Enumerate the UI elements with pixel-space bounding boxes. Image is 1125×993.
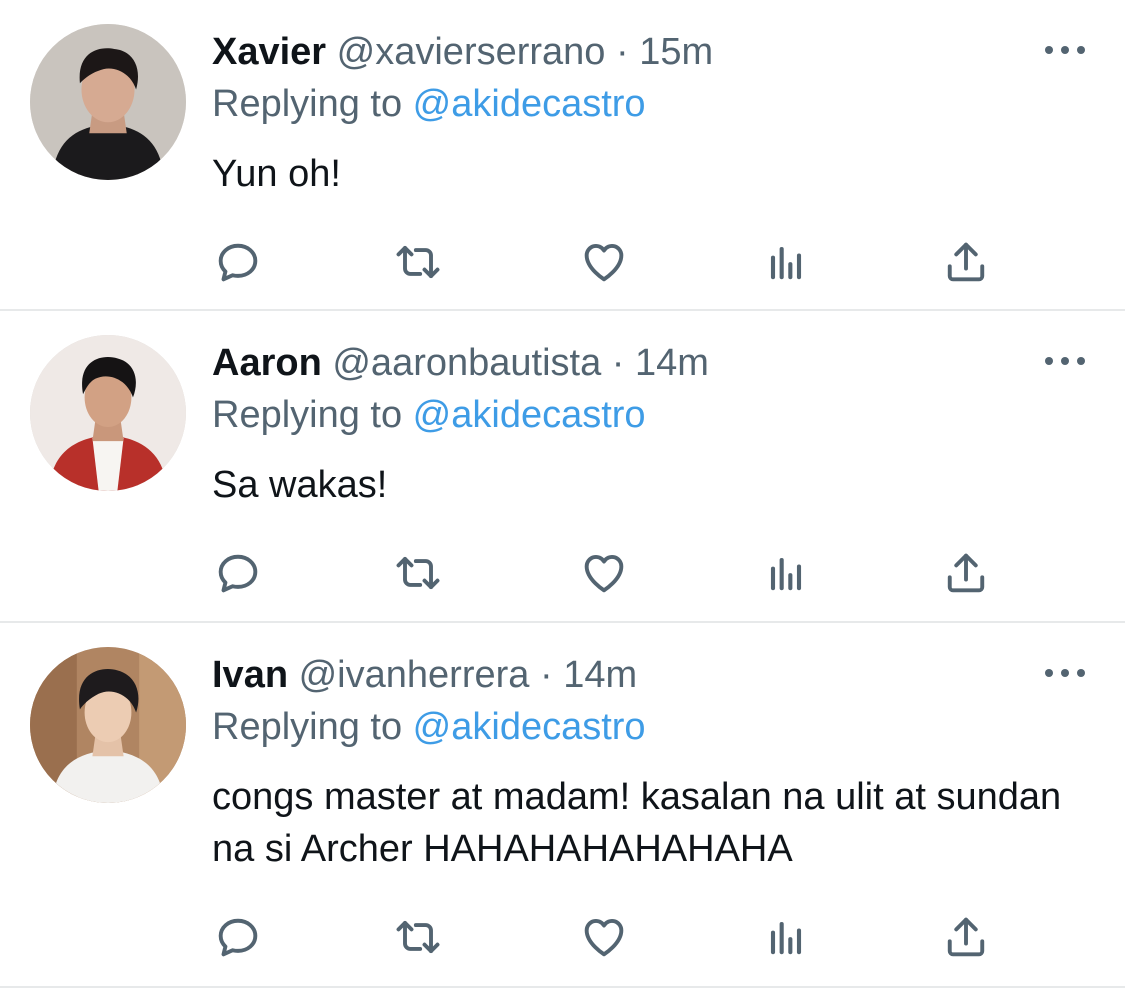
reply-button[interactable] [212, 547, 264, 599]
replying-label: Replying to [212, 706, 413, 748]
user-handle[interactable]: @ivanherrera [299, 654, 530, 696]
retweet-button[interactable] [392, 911, 444, 963]
separator-dot: · [611, 342, 625, 384]
display-name[interactable]: Aaron [212, 342, 322, 384]
avatar[interactable] [30, 335, 186, 491]
replying-to: Replying to @akidecastro [212, 80, 646, 128]
tweet[interactable]: Xavier @xavierserrano · 15m Replying to … [0, 0, 1125, 311]
tweet[interactable]: Aaron @aaronbautista · 14m Replying to @… [0, 311, 1125, 623]
analytics-button[interactable] [760, 547, 812, 599]
timestamp[interactable]: 14m [563, 654, 637, 696]
separator-dot: · [539, 654, 553, 696]
retweet-button[interactable] [392, 547, 444, 599]
action-bar [212, 547, 1012, 599]
action-bar [212, 911, 1012, 963]
more-icon[interactable] [1045, 46, 1085, 58]
tweet-text: Yun oh! [212, 153, 341, 195]
tweet[interactable]: Ivan @ivanherrera · 14m Replying to @aki… [0, 623, 1125, 988]
analytics-button[interactable] [760, 236, 812, 288]
reply-button[interactable] [212, 911, 264, 963]
replying-to: Replying to @akidecastro [212, 391, 646, 439]
mention-link[interactable]: @akidecastro [413, 394, 646, 436]
heart-icon [584, 555, 624, 593]
tweet-text: congs master at madam! kasalan na ulit a… [212, 776, 1062, 870]
more-icon[interactable] [1045, 357, 1085, 369]
reply-icon [218, 243, 258, 282]
tweet-text: Sa wakas! [212, 464, 388, 506]
reply-feed: Xavier @xavierserrano · 15m Replying to … [0, 0, 1125, 993]
display-name[interactable]: Ivan [212, 654, 288, 696]
display-name[interactable]: Xavier [212, 31, 326, 73]
avatar[interactable] [30, 647, 186, 803]
tweet-header: Aaron @aaronbautista · 14m [212, 337, 709, 389]
replying-to: Replying to @akidecastro [212, 703, 646, 751]
retweet-icon [396, 920, 440, 954]
separator-dot: · [616, 31, 629, 73]
user-handle[interactable]: @xavierserrano [337, 31, 606, 73]
share-icon [947, 553, 985, 593]
reply-icon [218, 918, 258, 957]
tweet-header: Xavier @xavierserrano · 15m [212, 26, 713, 78]
more-icon[interactable] [1045, 669, 1085, 681]
mention-link[interactable]: @akidecastro [413, 83, 646, 125]
analytics-icon [770, 246, 802, 280]
replying-label: Replying to [212, 394, 413, 436]
avatar[interactable] [30, 24, 186, 180]
analytics-button[interactable] [760, 911, 812, 963]
share-icon [947, 917, 985, 957]
timestamp[interactable]: 15m [639, 31, 713, 73]
replying-label: Replying to [212, 83, 413, 125]
reply-icon [218, 554, 258, 593]
share-icon [947, 242, 985, 282]
mention-link[interactable]: @akidecastro [413, 706, 646, 748]
user-handle[interactable]: @aaronbautista [332, 342, 601, 384]
analytics-icon [770, 921, 802, 955]
like-button[interactable] [578, 236, 630, 288]
action-bar [212, 236, 1012, 288]
like-button[interactable] [578, 547, 630, 599]
retweet-icon [396, 245, 440, 279]
timestamp[interactable]: 14m [635, 342, 709, 384]
analytics-icon [770, 557, 802, 591]
tweet-header: Ivan @ivanherrera · 14m [212, 649, 637, 701]
retweet-button[interactable] [392, 236, 444, 288]
reply-button[interactable] [212, 236, 264, 288]
heart-icon [584, 919, 624, 957]
retweet-icon [396, 556, 440, 590]
share-button[interactable] [940, 547, 992, 599]
heart-icon [584, 244, 624, 282]
share-button[interactable] [940, 236, 992, 288]
like-button[interactable] [578, 911, 630, 963]
share-button[interactable] [940, 911, 992, 963]
